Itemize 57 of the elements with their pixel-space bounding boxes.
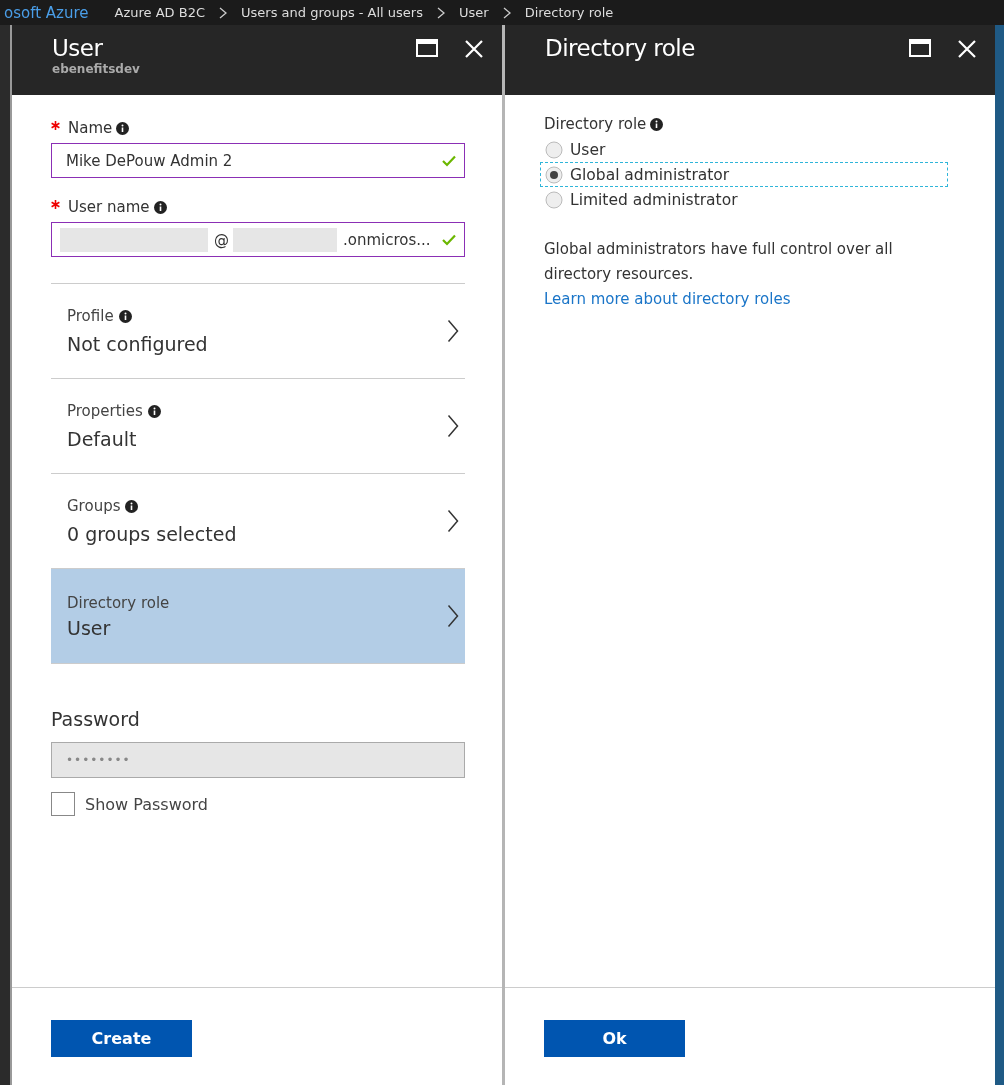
chevron-right-icon (447, 509, 459, 533)
checkbox-label: Show Password (85, 794, 208, 814)
brand-name[interactable]: osoft Azure (4, 3, 89, 22)
chevron-right-icon (219, 6, 227, 19)
ok-button[interactable]: Ok (544, 1020, 685, 1057)
nav-item-label: Groups (67, 497, 121, 515)
chevron-right-icon (502, 6, 511, 19)
field-value: Mike DePouw Admin 2 (65, 151, 233, 170)
nav-item[interactable]: Properties Default (51, 379, 465, 474)
password-dots: •••••••• (66, 753, 131, 767)
blade-title: User (52, 35, 104, 61)
field-label: Directory role (544, 115, 647, 133)
nav-item-value: Not configured (67, 333, 209, 355)
chevron-right-icon (447, 414, 459, 438)
maximize-icon (416, 39, 438, 57)
breadcrumb-link[interactable]: User (459, 5, 489, 20)
chevron-right-icon (447, 319, 459, 343)
breadcrumb-link[interactable]: Azure AD B2C (114, 5, 205, 20)
breadcrumb-link[interactable]: Users and groups - All users (241, 5, 423, 20)
checkmark-icon (442, 154, 456, 167)
nav-item[interactable]: Directory role User (51, 569, 465, 664)
nav-item-label: Directory role (67, 593, 170, 612)
radio-icon (545, 165, 563, 184)
close-icon (464, 39, 484, 59)
nav-item-label: Properties (67, 402, 143, 420)
description-text: Global administrators have full control over all directory resources. (544, 239, 894, 285)
checkmark-icon (442, 233, 456, 246)
blade-title: Directory role (545, 35, 696, 61)
radio-option[interactable]: Global administrator (540, 162, 948, 187)
field-label: User name (68, 198, 150, 216)
maximize-icon (909, 39, 931, 57)
input-field[interactable]: @ .onmicros... (51, 222, 465, 257)
radio-icon (545, 190, 563, 209)
radio-option[interactable]: User (540, 137, 948, 162)
nav-item[interactable]: Profile Not configured (51, 284, 465, 379)
create-button[interactable]: Create (51, 1020, 192, 1057)
nav-item-value: Default (67, 428, 138, 450)
info-icon (116, 121, 130, 135)
field-value: .onmicros... (342, 230, 431, 249)
info-icon (650, 117, 664, 131)
blade-subtitle: ebenefitsdev (52, 62, 141, 76)
radio-option[interactable]: Limited administrator (540, 187, 948, 212)
radio-icon (545, 140, 563, 159)
field-label: Password (51, 708, 140, 730)
breadcrumb-link[interactable]: Directory role (524, 5, 614, 20)
field-label: Name (68, 119, 113, 137)
chevron-right-icon (437, 6, 445, 19)
checkbox[interactable] (51, 792, 75, 816)
input-field[interactable]: Mike DePouw Admin 2 (51, 143, 465, 178)
nav-item-label: Profile (67, 307, 114, 325)
chevron-right-icon (447, 604, 459, 628)
info-icon (153, 200, 167, 214)
nav-item-value: User (67, 616, 112, 639)
nav-item-value: 0 groups selected (67, 523, 238, 545)
learn-more-link[interactable]: Learn more about directory roles (544, 287, 791, 312)
field-value: @ (213, 230, 229, 249)
close-icon (957, 39, 977, 59)
